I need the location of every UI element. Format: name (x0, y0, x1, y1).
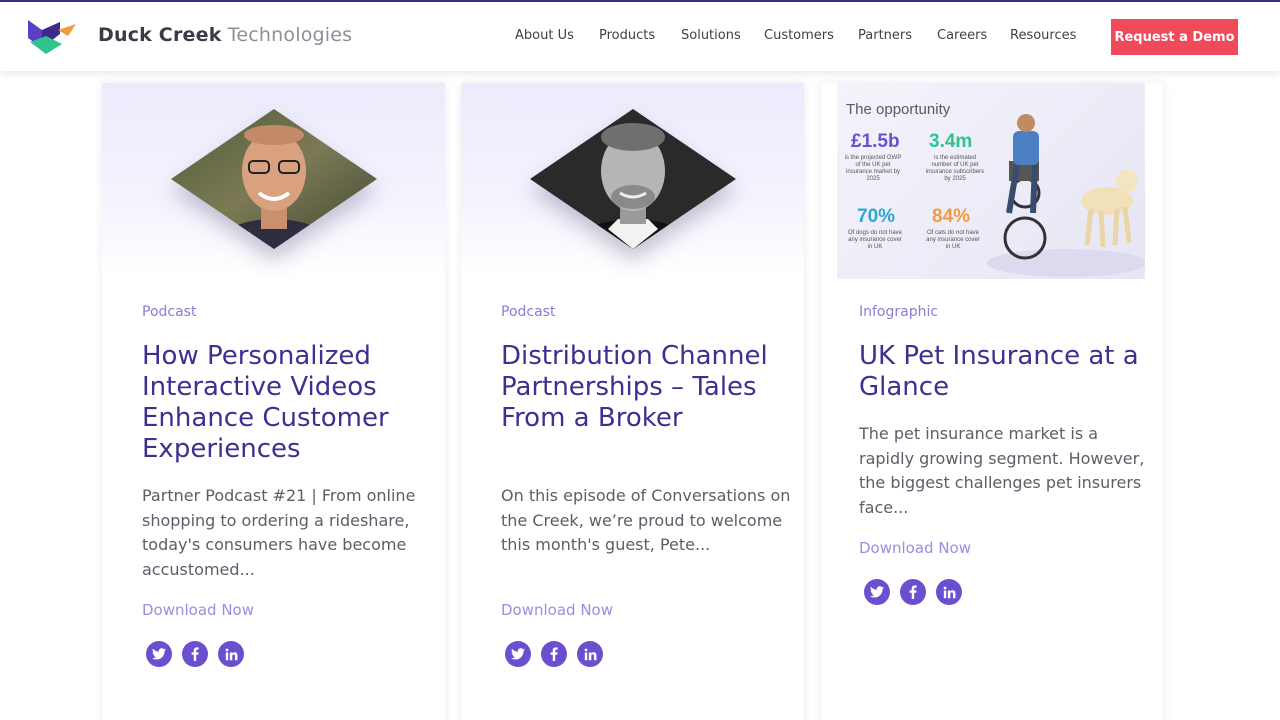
cyclist-with-dog-illustration (987, 114, 1145, 277)
download-now-link[interactable]: Download Now (142, 601, 254, 619)
nav-products[interactable]: Products (599, 28, 655, 43)
card-hero (461, 83, 804, 278)
card-title[interactable]: How Personalized Interactive Videos Enha… (142, 341, 432, 465)
nav-about-us[interactable]: About Us (515, 28, 574, 43)
nav-customers[interactable]: Customers (764, 28, 834, 43)
card-title[interactable]: Distribution Channel Partnerships – Tale… (501, 341, 791, 434)
facebook-icon[interactable] (900, 579, 926, 605)
linkedin-icon[interactable] (577, 641, 603, 667)
guest-portrait (169, 109, 379, 249)
stat-value: 84% (932, 206, 971, 227)
twitter-icon[interactable] (146, 641, 172, 667)
brand-sub: Technologies (227, 24, 353, 46)
resource-card: The opportunity £1.5b is the projected G… (821, 83, 1163, 720)
resource-card: Podcast How Personalized Interactive Vid… (102, 83, 445, 720)
card-description: On this episode of Conversations on the … (501, 486, 791, 554)
card-tag: Podcast (501, 304, 556, 320)
linkedin-icon[interactable] (936, 579, 962, 605)
nav-solutions[interactable]: Solutions (681, 28, 741, 43)
card-title[interactable]: UK Pet Insurance at a Glance (859, 341, 1149, 403)
duck-creek-logo[interactable] (28, 18, 78, 56)
stat-text: is the estimated number of UK pet insura… (925, 155, 985, 182)
card-hero (102, 83, 445, 278)
stat-text: is the projected GWP of the UK pet insur… (844, 155, 902, 182)
nav-careers[interactable]: Careers (937, 28, 987, 43)
nav-partners[interactable]: Partners (858, 28, 912, 43)
request-demo-button[interactable]: Request a Demo (1111, 19, 1238, 55)
site-header: Duck Creek Technologies About Us Product… (0, 2, 1280, 71)
card-tag: Podcast (142, 304, 197, 320)
download-now-link[interactable]: Download Now (859, 539, 971, 557)
stat-text: Of cats do not have any insurance cover … (926, 230, 980, 250)
facebook-icon[interactable] (182, 641, 208, 667)
twitter-icon[interactable] (864, 579, 890, 605)
brand-main: Duck Creek (98, 24, 222, 46)
social-share (505, 641, 603, 667)
linkedin-icon[interactable] (218, 641, 244, 667)
nav-resources[interactable]: Resources (1010, 28, 1076, 43)
stat-text: Of dogs do not have any insurance cover … (847, 230, 903, 250)
card-tag: Infographic (859, 304, 939, 320)
card-description: Partner Podcast #21 | From online shoppi… (142, 486, 416, 579)
infographic-thumbnail[interactable]: The opportunity £1.5b is the projected G… (837, 83, 1145, 279)
facebook-icon[interactable] (541, 641, 567, 667)
stat-value: 3.4m (929, 131, 973, 152)
infographic-heading: The opportunity (846, 101, 951, 118)
card-description: The pet insurance market is a rapidly gr… (859, 424, 1145, 517)
social-share (146, 641, 244, 667)
social-share (864, 579, 962, 605)
brand-name[interactable]: Duck Creek Technologies (98, 24, 352, 46)
guest-portrait (528, 109, 738, 249)
resource-card: Podcast Distribution Channel Partnership… (461, 83, 804, 720)
download-now-link[interactable]: Download Now (501, 601, 613, 619)
stat-value: 70% (857, 206, 896, 227)
twitter-icon[interactable] (505, 641, 531, 667)
stat-value: £1.5b (851, 131, 900, 152)
